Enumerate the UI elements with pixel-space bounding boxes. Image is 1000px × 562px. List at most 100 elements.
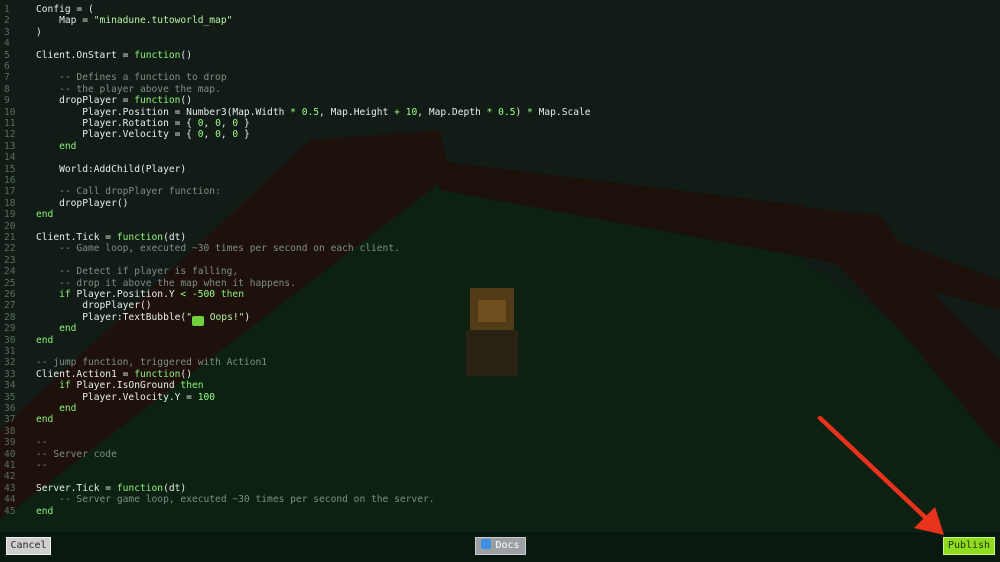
code-line[interactable]: 43 Server.Tick = function(dt) [0, 483, 1000, 494]
code-line[interactable]: 36 end [0, 403, 1000, 414]
code-line[interactable]: 9 dropPlayer = function() [0, 95, 1000, 106]
code-line[interactable]: 33 Client.Action1 = function() [0, 369, 1000, 380]
line-number: 34 [4, 380, 16, 392]
code-token: (dt) [163, 482, 187, 494]
code-line[interactable]: 31 [0, 346, 1000, 357]
line-number: 25 [4, 277, 16, 289]
line-number: 6 [4, 61, 10, 72]
line-number: 10 [4, 106, 16, 118]
code-line[interactable]: 14 [0, 152, 1000, 163]
code-line[interactable]: 2 Map = "minadune.tutoworld_map" [0, 15, 1000, 26]
code-text: dropPlayer = function() [36, 95, 192, 106]
code-line[interactable]: 40 -- Server code [0, 449, 1000, 460]
code-token: -500 [191, 289, 216, 300]
code-line[interactable]: 27 dropPlayer() [0, 300, 1000, 311]
code-line[interactable]: 45 end [0, 506, 1000, 517]
code-line[interactable]: 34 if Player.IsOnGround then [0, 380, 1000, 391]
code-line[interactable]: 38 [0, 426, 1000, 437]
code-line[interactable]: 17 -- Call dropPlayer function: [0, 186, 1000, 197]
code-line[interactable]: 7 -- Defines a function to drop [0, 72, 1000, 83]
code-line[interactable]: 22 -- Game loop, executed ~30 times per … [0, 243, 1000, 254]
code-line[interactable]: 44 -- Server game loop, executed ~30 tim… [0, 494, 1000, 505]
code-token: , [203, 118, 216, 129]
book-icon [481, 539, 492, 549]
code-token: () [180, 95, 192, 107]
code-token: Player.Position = Number3(Map.Width [36, 106, 291, 118]
code-line[interactable]: 28 Player:TextBubble("👾 Oops!") [0, 311, 1000, 326]
code-line[interactable]: 15 World:AddChild(Player) [0, 164, 1000, 175]
code-text: -- jump function, triggered with Action1 [36, 357, 267, 368]
line-number: 30 [4, 334, 16, 346]
code-line[interactable]: 12 Player.Velocity = { 0, 0, 0 } [0, 129, 1000, 140]
code-editor[interactable]: 1 Config = (2 Map = "minadune.tutoworld_m… [0, 0, 1000, 530]
line-number: 18 [4, 197, 16, 209]
code-line[interactable]: 10 Player.Position = Number3(Map.Width *… [0, 107, 1000, 118]
cancel-button[interactable]: Cancel [6, 537, 51, 555]
code-text: Client.Action1 = function() [36, 369, 192, 380]
code-token: 0.5 [498, 106, 516, 118]
code-line[interactable]: 39 -- [0, 437, 1000, 448]
line-number: 4 [4, 38, 10, 50]
code-token: , [203, 129, 216, 141]
line-number: 26 [4, 289, 16, 300]
line-number: 39 [4, 437, 16, 449]
code-text: -- [36, 460, 48, 471]
code-text: -- [36, 437, 48, 448]
code-line[interactable]: 32 -- jump function, triggered with Actio… [0, 357, 1000, 368]
code-line[interactable]: 19 end [0, 209, 1000, 220]
code-text: -- the player above the map. [36, 84, 221, 95]
code-line[interactable]: 18 dropPlayer() [0, 198, 1000, 209]
code-line[interactable]: 29 end [0, 323, 1000, 334]
code-token: -- Call dropPlayer function: [36, 186, 221, 198]
docs-button[interactable]: Docs [475, 537, 526, 555]
line-number: 42 [4, 471, 16, 483]
code-line[interactable]: 16 [0, 175, 1000, 186]
code-line[interactable]: 6 [0, 61, 1000, 72]
code-token: -- Server code [36, 448, 117, 460]
code-token: end [36, 209, 54, 221]
code-line[interactable]: 35 Player.Velocity.Y = 100 [0, 392, 1000, 403]
code-text: Player.Rotation = { 0, 0, 0 } [36, 118, 250, 129]
line-number: 11 [4, 118, 16, 129]
code-line[interactable]: 21 Client.Tick = function(dt) [0, 232, 1000, 243]
publish-button[interactable]: Publish [943, 537, 995, 555]
code-token: Server.Tick = [36, 482, 117, 494]
code-line[interactable]: 5 Client.OnStart = function() [0, 50, 1000, 61]
code-text: if Player.IsOnGround then [36, 380, 203, 391]
code-token: -- [36, 460, 48, 471]
code-line[interactable]: 24 -- Detect if player is falling, [0, 266, 1000, 277]
code-line[interactable]: 1 Config = ( [0, 4, 1000, 15]
code-token: Config = ( [36, 4, 94, 15]
code-line[interactable]: 8 -- the player above the map. [0, 84, 1000, 95]
line-number: 38 [4, 425, 16, 437]
code-line[interactable]: 4 [0, 38, 1000, 49]
code-text: Map = "minadune.tutoworld_map" [36, 15, 232, 26]
code-token: "minadune.tutoworld_map" [93, 15, 233, 27]
code-line[interactable]: 42 [0, 471, 1000, 482]
code-line[interactable]: 20 [0, 221, 1000, 232]
code-token: 0.5 [301, 106, 320, 118]
code-token: Player.Rotation = { [36, 118, 198, 129]
code-line[interactable]: 25 -- drop it above the map when it happ… [0, 278, 1000, 289]
line-number: 19 [4, 209, 16, 221]
code-token: -- Defines a function to drop [36, 72, 227, 84]
code-line[interactable]: 23 [0, 255, 1000, 266]
code-token: () [180, 368, 192, 380]
line-number: 24 [4, 266, 16, 278]
code-token: Map.Scale [532, 106, 591, 118]
code-text: end [36, 506, 53, 517]
line-number: 37 [4, 414, 16, 426]
code-line[interactable]: 37 end [0, 414, 1000, 425]
code-token: -- jump function, triggered with Action1 [36, 357, 268, 369]
code-text: if Player.Position.Y < -500 then [36, 289, 244, 300]
code-token: -- drop it above the map when it happens… [36, 277, 296, 289]
code-text: -- Game loop, executed ~30 times per sec… [36, 243, 400, 254]
code-line[interactable]: 26 if Player.Position.Y < -500 then [0, 289, 1000, 300]
code-token: ) [244, 311, 251, 323]
code-line[interactable]: 3) [0, 27, 1000, 38]
code-line[interactable]: 30 end [0, 335, 1000, 346]
code-line[interactable]: 11 Player.Rotation = { 0, 0, 0 } [0, 118, 1000, 129]
code-line[interactable]: 41 -- [0, 460, 1000, 471]
code-token: Oops!" [203, 311, 245, 323]
code-line[interactable]: 13 end [0, 141, 1000, 152]
